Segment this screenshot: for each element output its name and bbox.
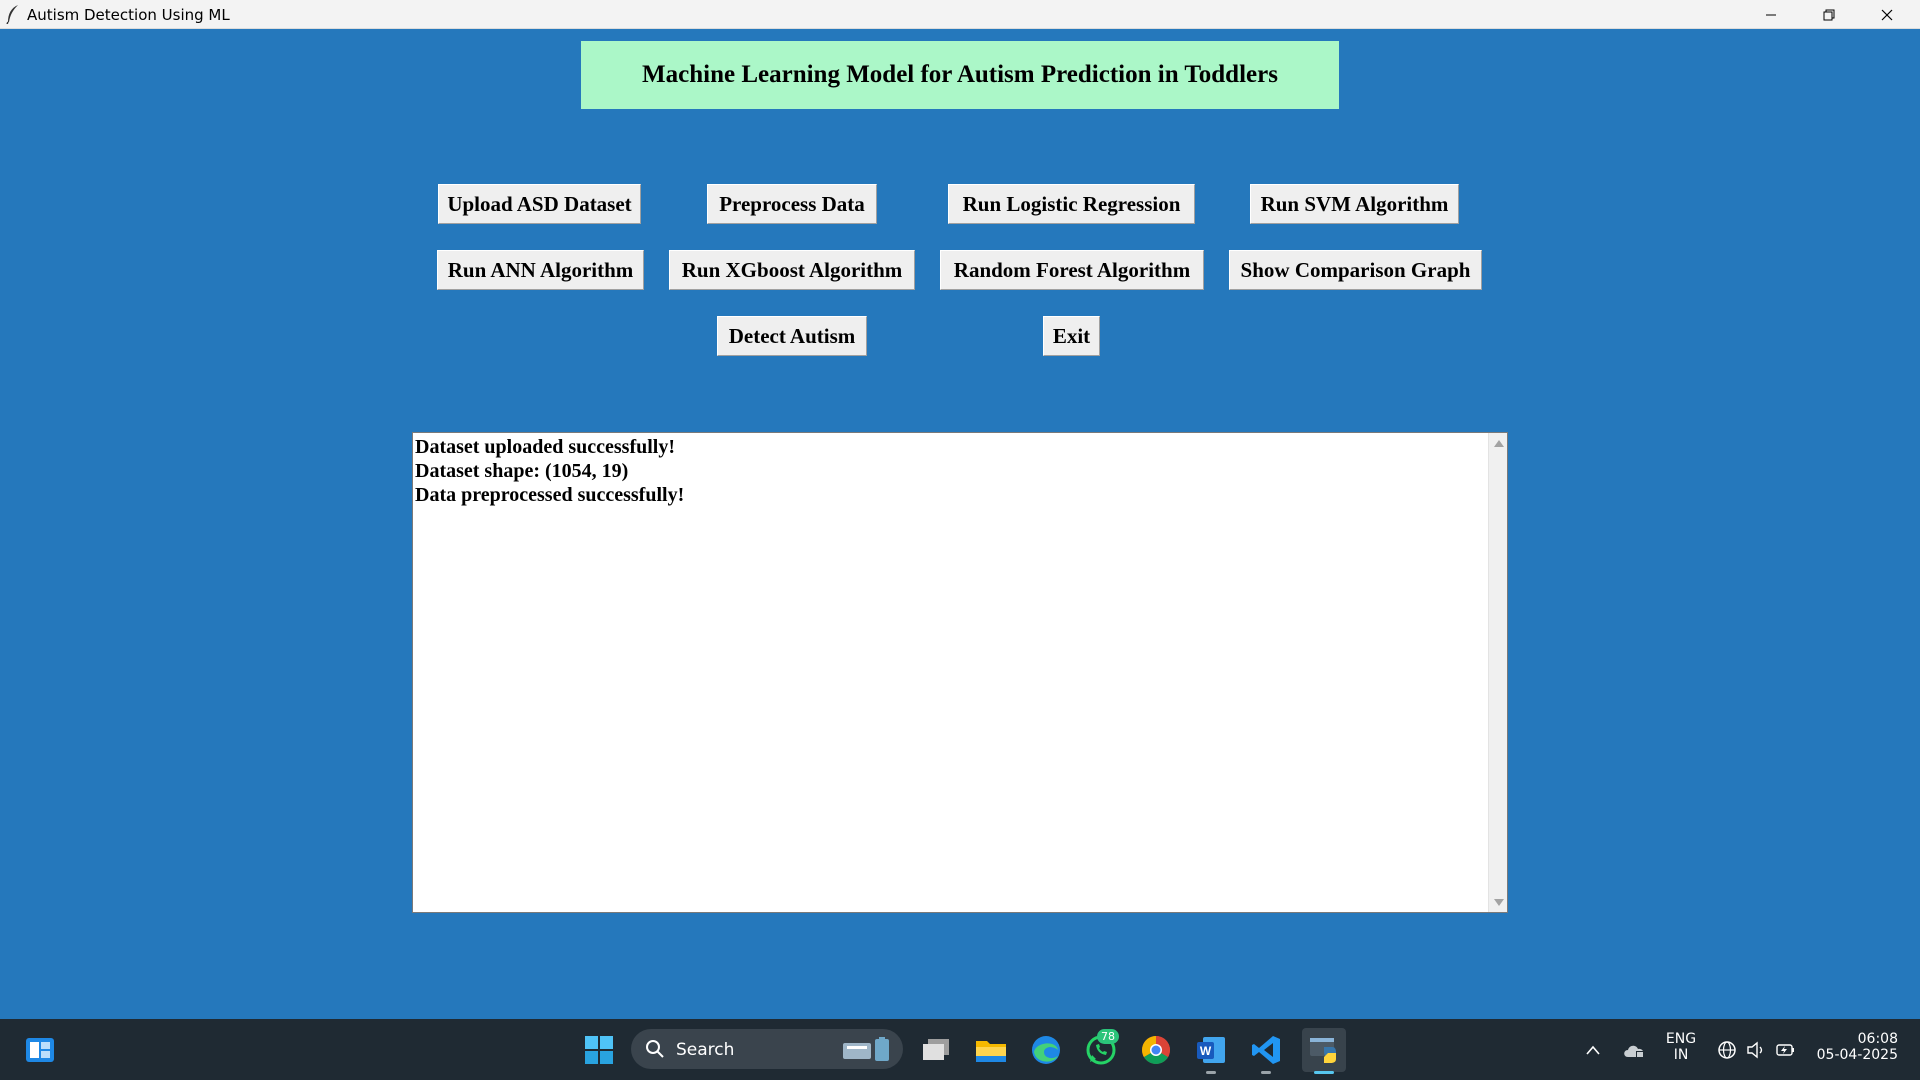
window-title: Autism Detection Using ML: [27, 6, 230, 24]
search-icon: [646, 1040, 664, 1058]
task-view-icon: [923, 1039, 949, 1060]
vscode-button[interactable]: [1247, 1031, 1285, 1074]
running-indicator: [1206, 1071, 1216, 1074]
run-xgboost-button[interactable]: Run XGboost Algorithm: [669, 250, 915, 290]
battery-charging-icon: [1776, 1044, 1794, 1056]
minimize-icon: [1766, 14, 1776, 15]
chrome-button[interactable]: [1137, 1031, 1175, 1069]
chevron-up-icon: [1586, 1045, 1600, 1055]
output-line: Dataset uploaded successfully!: [415, 436, 676, 458]
search-highlight-icon: [843, 1037, 889, 1061]
word-button[interactable]: W: [1192, 1031, 1230, 1074]
widgets-button[interactable]: [21, 1031, 59, 1069]
vscode-icon: [1252, 1036, 1280, 1064]
scroll-up-arrow-icon[interactable]: [1494, 440, 1504, 447]
clock-date: 05-04-2025: [1816, 1047, 1898, 1063]
start-button[interactable]: [580, 1031, 618, 1069]
python-tkinter-icon: [1310, 1038, 1336, 1063]
vertical-scrollbar[interactable]: [1488, 433, 1507, 912]
output-line: Data preprocessed successfully!: [415, 484, 685, 506]
show-comparison-graph-button[interactable]: Show Comparison Graph: [1229, 250, 1482, 290]
output-text-area[interactable]: Dataset uploaded successfully! Dataset s…: [412, 432, 1508, 913]
running-indicator: [1261, 1071, 1271, 1074]
language-code: ENG: [1665, 1031, 1697, 1047]
folder-icon: [976, 1041, 1006, 1062]
output-line: Dataset shape: (1054, 19): [415, 460, 629, 482]
edge-icon: [1032, 1036, 1060, 1064]
chrome-icon: [1142, 1036, 1170, 1064]
battery-button[interactable]: [1768, 1031, 1804, 1069]
taskbar: Search 78 W ENG IN 06:08 05-04-2025: [0, 1019, 1920, 1080]
word-icon: W: [1197, 1037, 1225, 1063]
windows-icon: [585, 1036, 613, 1064]
speaker-icon: [1747, 1041, 1763, 1059]
close-button[interactable]: [1858, 0, 1916, 29]
edge-button[interactable]: [1027, 1031, 1065, 1069]
close-icon: [1881, 9, 1893, 20]
run-ann-button[interactable]: Run ANN Algorithm: [437, 250, 644, 290]
file-explorer-button[interactable]: [972, 1031, 1010, 1069]
whatsapp-button[interactable]: 78: [1082, 1029, 1120, 1069]
minimize-button[interactable]: [1742, 0, 1800, 29]
task-view-button[interactable]: [917, 1031, 955, 1069]
exit-button[interactable]: Exit: [1043, 316, 1100, 356]
svg-text:W: W: [1200, 1044, 1212, 1058]
upload-dataset-button[interactable]: Upload ASD Dataset: [438, 184, 641, 224]
run-svm-button[interactable]: Run SVM Algorithm: [1250, 184, 1459, 224]
active-indicator: [1314, 1071, 1334, 1074]
detect-autism-button[interactable]: Detect Autism: [717, 316, 867, 356]
scroll-down-arrow-icon[interactable]: [1494, 899, 1504, 906]
cloud-icon: [1624, 1045, 1644, 1058]
page-title: Machine Learning Model for Autism Predic…: [581, 41, 1339, 109]
search-label: Search: [676, 1040, 735, 1060]
run-logistic-regression-button[interactable]: Run Logistic Regression: [948, 184, 1195, 224]
input-language[interactable]: ENG IN: [1659, 1031, 1703, 1063]
region-code: IN: [1673, 1047, 1689, 1063]
clock[interactable]: 06:08 05-04-2025: [1812, 1031, 1898, 1063]
restore-button[interactable]: [1800, 0, 1858, 29]
taskbar-search[interactable]: Search: [631, 1029, 903, 1069]
output-lines: Dataset uploaded successfully! Dataset s…: [415, 435, 1487, 507]
restore-icon: [1823, 9, 1835, 20]
clock-time: 06:08: [1857, 1031, 1898, 1047]
python-app-button[interactable]: [1302, 1028, 1346, 1074]
notification-badge: 78: [1097, 1029, 1119, 1044]
feather-icon: [6, 5, 18, 24]
widgets-icon: [26, 1038, 54, 1062]
onedrive-button[interactable]: [1614, 1031, 1654, 1069]
title-bar: Autism Detection Using ML: [0, 0, 1920, 29]
random-forest-button[interactable]: Random Forest Algorithm: [940, 250, 1204, 290]
main-window: Machine Learning Model for Autism Predic…: [0, 29, 1920, 1019]
globe-icon: [1718, 1041, 1736, 1059]
preprocess-data-button[interactable]: Preprocess Data: [707, 184, 877, 224]
show-hidden-icons-button[interactable]: [1573, 1031, 1613, 1069]
